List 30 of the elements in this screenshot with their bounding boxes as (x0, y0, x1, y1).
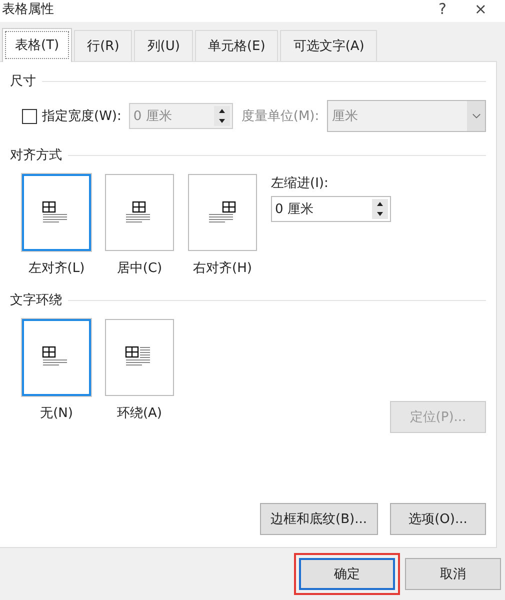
option-label: 左对齐(L) (28, 260, 85, 277)
section-heading: 文字环绕 (10, 292, 62, 309)
checkbox[interactable] (22, 108, 37, 124)
checkbox-label: 指定宽度(W): (42, 108, 122, 125)
section-heading: 对齐方式 (10, 147, 62, 164)
window-title: 表格属性 (1, 2, 54, 18)
help-button[interactable]: ? (432, 2, 452, 16)
section-heading: 尺寸 (10, 73, 36, 90)
tab[interactable]: 列(U) (134, 30, 193, 61)
close-button[interactable]: × (468, 2, 493, 16)
option-label: 环绕(A) (116, 405, 162, 422)
tab[interactable]: 行(R) (74, 30, 132, 61)
indent-spinner[interactable]: 0 厘米 (271, 196, 391, 222)
tab[interactable]: 可选文字(A) (280, 30, 378, 61)
option-label: 居中(C) (116, 260, 162, 277)
unit-label: 度量单位(M): (241, 108, 320, 125)
alignment-option[interactable] (22, 174, 91, 251)
wrapping-option[interactable] (105, 319, 174, 396)
option-label: 右对齐(H) (193, 260, 252, 277)
indent-label: 左缩进(I): (271, 175, 330, 192)
alignment-option[interactable] (188, 174, 257, 251)
tab[interactable]: 单元格(E) (194, 30, 278, 61)
cancel-button[interactable]: 取消 (405, 558, 501, 590)
alignment-option[interactable] (105, 174, 174, 251)
dialog-button[interactable]: 选项(O)... (390, 503, 486, 535)
option-label: 无(N) (40, 405, 73, 422)
tab[interactable]: 表格(T) (2, 28, 72, 62)
table-layout-icon (206, 200, 238, 224)
dialog-button[interactable]: 边框和底纹(B)... (260, 503, 378, 535)
wrapping-option[interactable] (22, 319, 91, 396)
